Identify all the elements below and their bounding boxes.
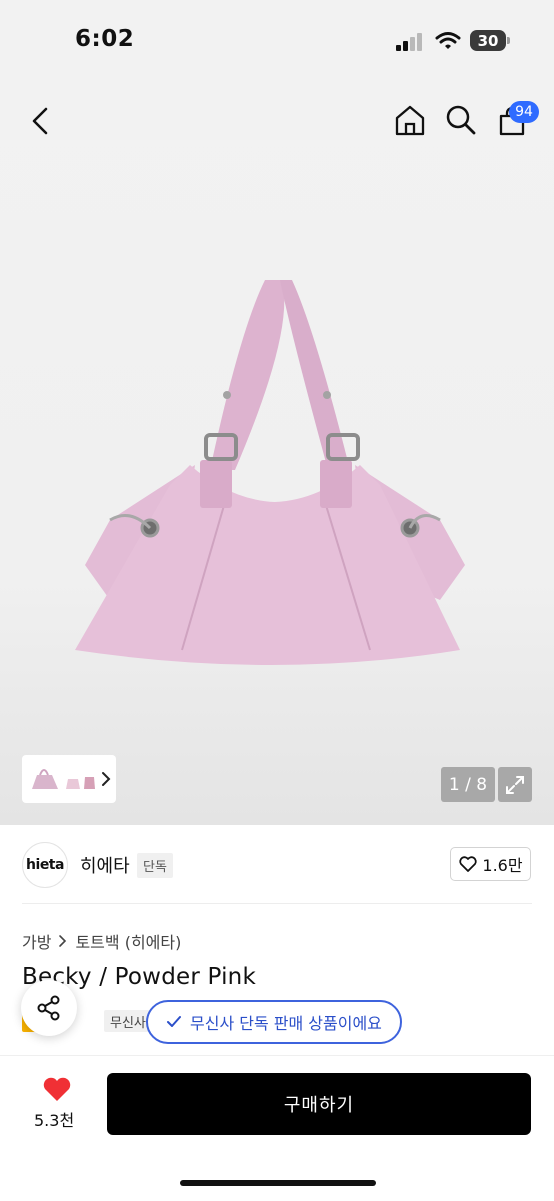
brand-logo[interactable]: hieta bbox=[22, 842, 68, 888]
home-indicator bbox=[180, 1180, 376, 1186]
cart-count-badge: 94 bbox=[509, 101, 539, 123]
chevron-right-icon bbox=[59, 935, 67, 947]
search-button[interactable] bbox=[444, 102, 478, 138]
thumbnail-images bbox=[32, 769, 95, 789]
heart-outline-icon bbox=[459, 856, 478, 872]
back-button[interactable] bbox=[24, 103, 56, 139]
divider bbox=[22, 903, 532, 904]
expand-icon bbox=[506, 775, 524, 794]
share-icon bbox=[37, 995, 60, 1021]
product-image[interactable] bbox=[70, 270, 480, 680]
expand-image-button[interactable] bbox=[498, 767, 532, 802]
battery-indicator: 30 bbox=[470, 30, 506, 51]
back-chevron-icon bbox=[32, 107, 48, 135]
breadcrumb-subcategory[interactable]: 토트백 (히에타) bbox=[75, 929, 181, 953]
battery-tip bbox=[507, 37, 510, 44]
exclusive-toast: 무신사 단독 판매 상품이에요 bbox=[146, 1000, 402, 1044]
status-time: 6:02 bbox=[75, 26, 135, 52]
brand-name[interactable]: 히에타 bbox=[80, 852, 130, 878]
musinsa-tag-badge: 무신사 bbox=[104, 1010, 152, 1032]
breadcrumb-category[interactable]: 가방 bbox=[22, 929, 51, 953]
wishlist-button[interactable] bbox=[42, 1076, 72, 1107]
wishlist-count: 5.3천 bbox=[34, 1111, 75, 1130]
home-button[interactable] bbox=[393, 102, 427, 138]
search-icon bbox=[446, 105, 476, 135]
toast-text: 무신사 단독 판매 상품이에요 bbox=[190, 1014, 382, 1033]
home-icon bbox=[395, 105, 425, 136]
brand-like-count: 1.6만 bbox=[482, 856, 523, 875]
image-page-counter: 1 / 8 bbox=[441, 767, 495, 802]
heart-filled-icon bbox=[43, 1077, 71, 1101]
check-icon bbox=[167, 1016, 181, 1027]
share-button[interactable] bbox=[21, 980, 77, 1036]
chevron-right-icon bbox=[102, 772, 111, 786]
cellular-signal-icon bbox=[396, 33, 422, 51]
exclusive-badge: 단독 bbox=[137, 853, 173, 878]
brand-like-button[interactable]: 1.6만 bbox=[450, 847, 531, 881]
buy-button[interactable]: 구매하기 bbox=[107, 1073, 531, 1135]
image-thumbnail-strip[interactable] bbox=[22, 755, 116, 803]
wifi-icon bbox=[435, 32, 461, 49]
breadcrumb: 가방 토트백 (히에타) bbox=[22, 929, 181, 953]
